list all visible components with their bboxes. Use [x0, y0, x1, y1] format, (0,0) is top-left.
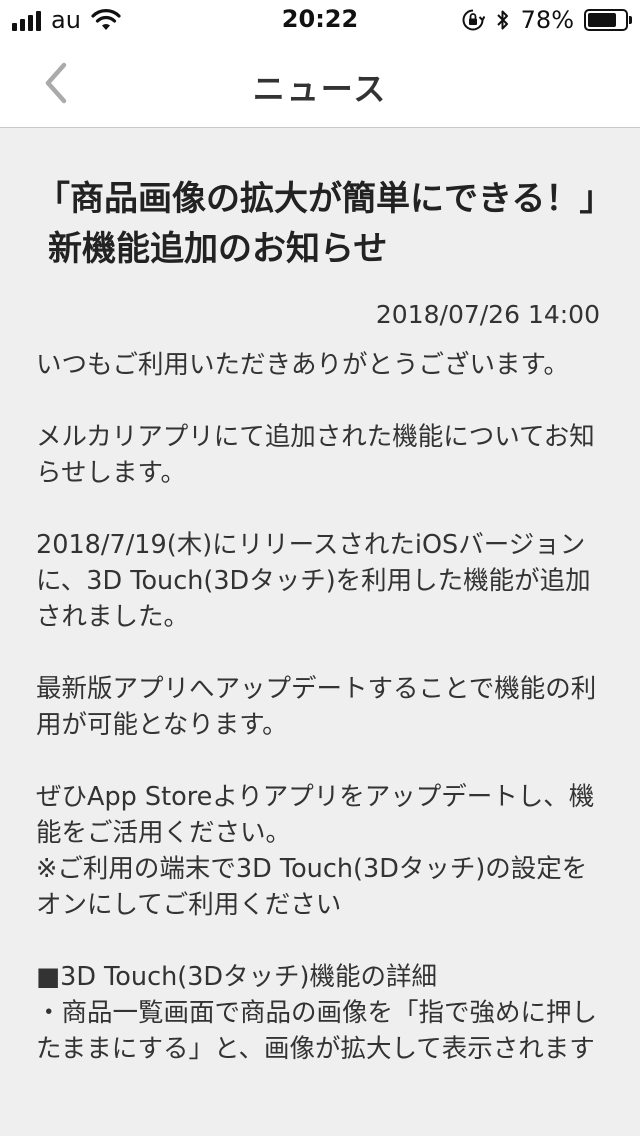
article-paragraph: ぜひApp Storeよりアプリをアップデートし、機能をご活用ください。 ※ご利…	[36, 782, 595, 920]
article-paragraph: 最新版アプリへアップデートすることで機能の利用が可能となります。	[36, 674, 597, 740]
article-paragraph: ■3D Touch(3Dタッチ)機能の詳細 ・商品一覧画面で商品の画像を「指で強…	[36, 962, 598, 1064]
battery-percent: 78%	[520, 6, 574, 34]
page-title: ニュース	[252, 70, 388, 108]
article-body: いつもご利用いただきありがとうございます。 メルカリアプリにて追加された機能につ…	[36, 347, 604, 1067]
article-date: 2018/07/26 14:00	[375, 300, 600, 329]
article-title: 「商品画像の拡大が簡単にできる！」新機能追加のお知らせ	[36, 179, 597, 269]
article-paragraph: メルカリアプリにて追加された機能についてお知らせします。	[36, 422, 595, 488]
bluetooth-icon	[496, 10, 508, 30]
status-bar: au 20:22 78%	[0, 0, 640, 40]
article-paragraph: 2018/7/19(木)にリリースされたiOSバージョンに、3D Touch(3…	[36, 530, 591, 632]
battery-icon	[584, 9, 632, 31]
orientation-lock-icon	[462, 9, 485, 31]
status-right: 78%	[461, 6, 632, 34]
article-paragraph: いつもご利用いただきありがとうございます。	[36, 350, 569, 380]
article-content[interactable]: 「商品画像の拡大が簡単にできる！」新機能追加のお知らせ 2018/07/26 1…	[0, 128, 640, 1103]
nav-bar: ニュース	[0, 40, 640, 128]
battery-fill	[588, 13, 617, 27]
